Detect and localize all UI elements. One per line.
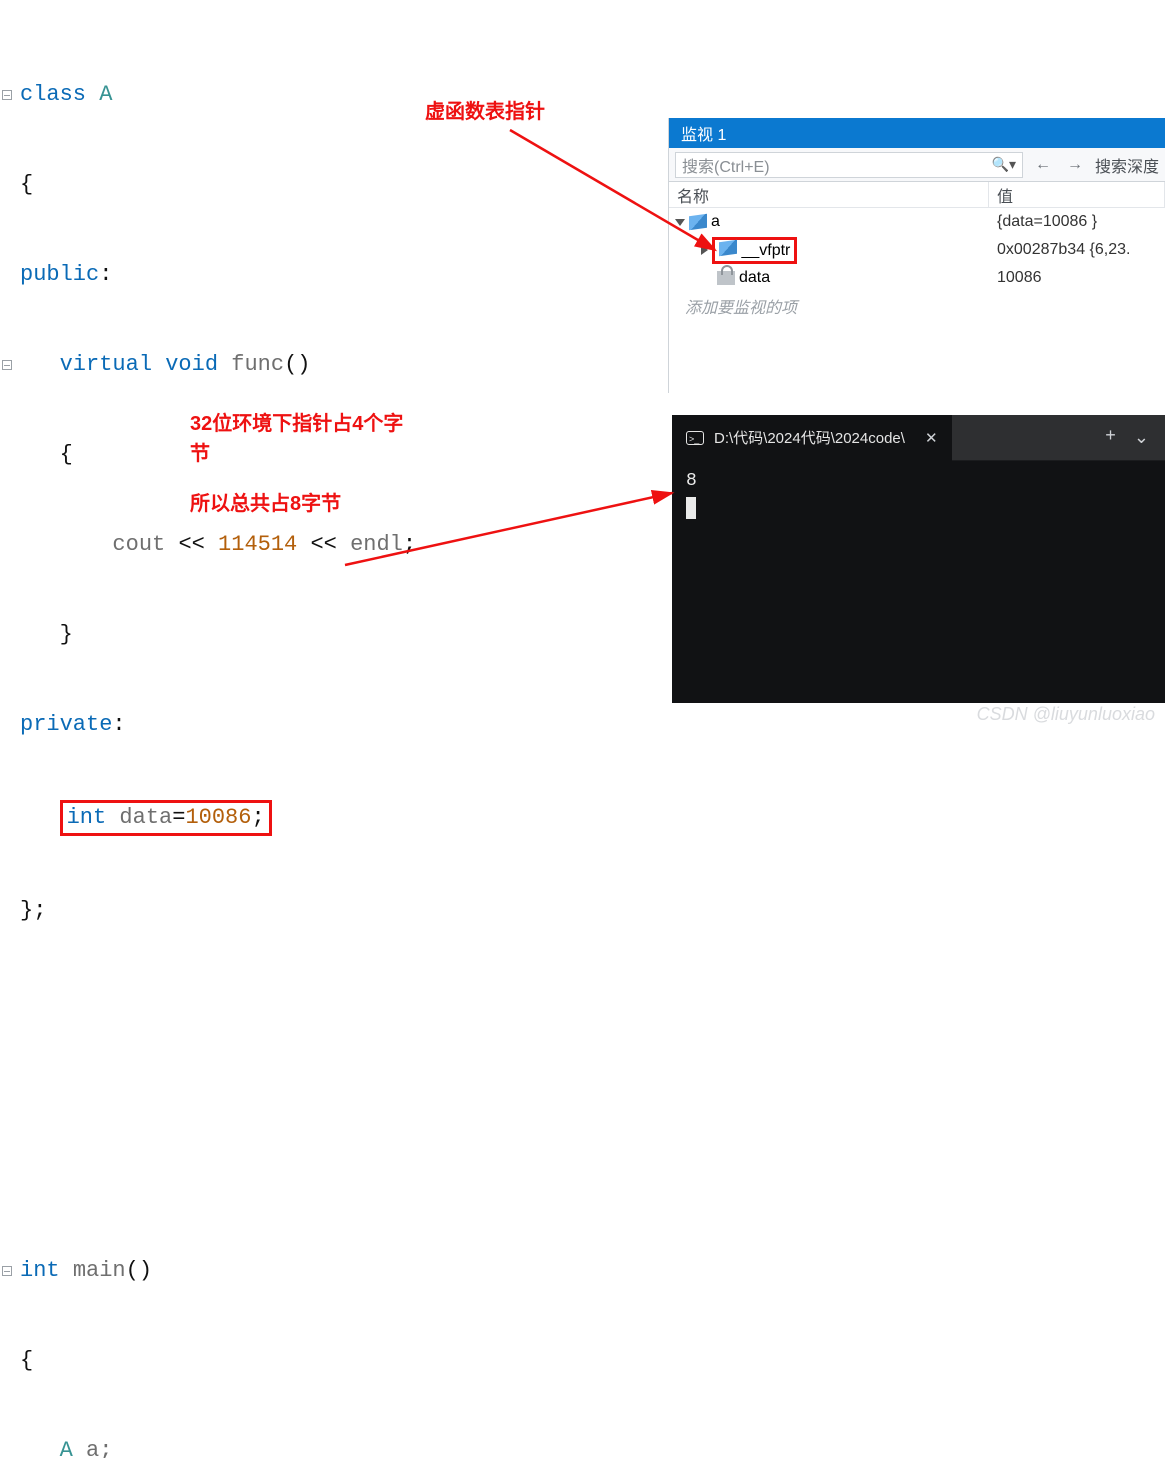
watch-row-data[interactable]: data 10086 (669, 264, 1165, 292)
terminal-cursor (686, 497, 696, 519)
annotation-ptr32-l1: 32位环境下指针占4个字 (190, 410, 403, 438)
terminal-icon (686, 431, 704, 445)
add-tab-button[interactable]: + (1105, 427, 1116, 449)
code-editor[interactable]: class A { public: virtual void func() { … (0, 20, 660, 1458)
class-name: A (99, 82, 112, 107)
object-icon (719, 239, 737, 256)
chevron-down-icon[interactable] (675, 219, 685, 226)
watch-toolbar: 搜索(Ctrl+E) 🔍▾ ← → 搜索深度 (669, 148, 1165, 182)
object-icon (689, 214, 707, 231)
close-icon[interactable]: ✕ (925, 429, 938, 447)
watch-row-a[interactable]: a {data=10086 } (669, 208, 1165, 236)
keyword-public: public (20, 262, 99, 287)
nav-back-button[interactable]: ← (1031, 153, 1055, 177)
search-placeholder: 搜索(Ctrl+E) (682, 153, 770, 177)
lock-icon (717, 271, 735, 285)
terminal-window: D:\代码\2024代码\2024code\ ✕ + ⌄ 8 (672, 415, 1165, 703)
search-icon[interactable]: 🔍▾ (992, 156, 1016, 173)
watch-columns: 名称 值 (669, 182, 1165, 208)
nav-forward-button[interactable]: → (1063, 153, 1087, 177)
watermark: CSDN @liuyunluoxiao (977, 704, 1155, 725)
chevron-right-icon[interactable] (701, 245, 708, 255)
watch-add-item[interactable]: 添加要监视的项 (669, 292, 1165, 320)
watch-title[interactable]: 监视 1 (669, 118, 1165, 148)
watch-row-vfptr[interactable]: __vfptr 0x00287b34 {6,23. (669, 236, 1165, 264)
watch-window: 监视 1 搜索(Ctrl+E) 🔍▾ ← → 搜索深度 名称 值 a {data… (668, 118, 1165, 393)
search-depth-label: 搜索深度 (1095, 153, 1159, 177)
tab-menu-button[interactable]: ⌄ (1134, 427, 1149, 449)
column-value[interactable]: 值 (989, 182, 1165, 207)
annotation-total: 所以总共占8字节 (190, 490, 341, 518)
terminal-output: 8 (686, 471, 1151, 491)
search-input[interactable]: 搜索(Ctrl+E) 🔍▾ (675, 152, 1023, 178)
annotation-ptr32-l2: 节 (190, 440, 210, 468)
terminal-body[interactable]: 8 (672, 461, 1165, 703)
terminal-tabbar: D:\代码\2024代码\2024code\ ✕ + ⌄ (672, 415, 1165, 461)
vfptr-highlight-box: __vfptr (712, 237, 797, 264)
data-member-box: int data=10086; (60, 800, 272, 836)
terminal-tab[interactable]: D:\代码\2024代码\2024code\ ✕ (672, 415, 952, 461)
annotation-vfptr: 虚函数表指针 (425, 98, 545, 126)
column-name[interactable]: 名称 (669, 182, 989, 207)
terminal-tab-title: D:\代码\2024代码\2024code\ (714, 427, 905, 448)
keyword-class: class (20, 82, 86, 107)
keyword-private: private (20, 712, 112, 737)
